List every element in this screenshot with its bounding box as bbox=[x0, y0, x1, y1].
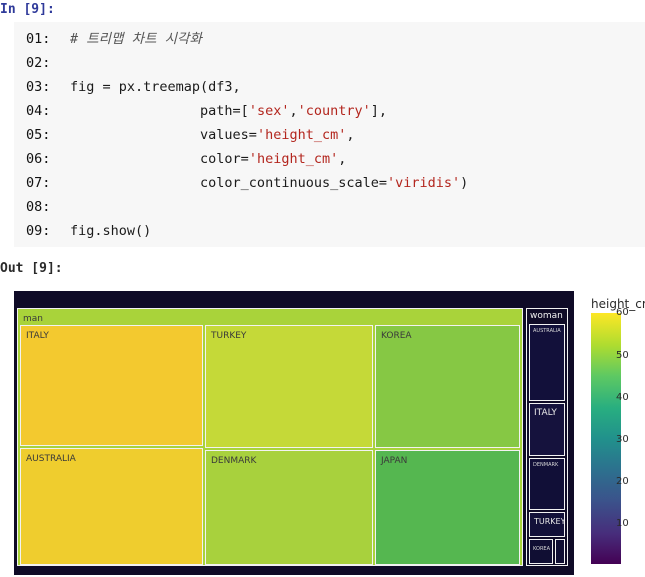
tile-man-japan[interactable]: JAPAN bbox=[375, 450, 520, 565]
code-text: , bbox=[338, 151, 347, 167]
line-number: 01: bbox=[26, 31, 51, 47]
tile-man-australia[interactable]: AUSTRALIA bbox=[20, 448, 203, 565]
colorbar-tick: 60 bbox=[616, 307, 629, 318]
line-number: 09: bbox=[26, 223, 51, 239]
group-woman-label: woman bbox=[530, 311, 563, 321]
colorbar-tick: 10 bbox=[616, 518, 629, 529]
line-number: 08: bbox=[26, 199, 51, 215]
code-text: fig.show() bbox=[70, 223, 152, 239]
line-number: 02: bbox=[26, 55, 51, 71]
colorbar-tick: 40 bbox=[616, 392, 629, 403]
tile-woman-australia[interactable]: AUSTRALIA bbox=[529, 324, 565, 401]
colorbar-tick: 50 bbox=[616, 350, 629, 361]
code-text: color= bbox=[70, 151, 249, 167]
code-line: 03: fig = px.treemap(df3, bbox=[26, 75, 241, 99]
code-line: 04: path=['sex','country'], bbox=[26, 99, 387, 123]
code-text: path=[ bbox=[70, 103, 249, 119]
line-number: 04: bbox=[26, 103, 51, 119]
tile-woman-small[interactable] bbox=[555, 539, 565, 564]
string-literal: 'viridis' bbox=[386, 175, 461, 191]
tile-woman-italy[interactable]: ITALY bbox=[529, 403, 565, 456]
string-literal: 'sex' bbox=[248, 103, 290, 119]
colorbar-tick: 30 bbox=[616, 434, 629, 445]
tile-woman-denmark[interactable]: DENMARK bbox=[529, 458, 565, 510]
code-text: ) bbox=[460, 175, 469, 191]
string-literal: 'country' bbox=[297, 103, 371, 119]
input-prompt: In [9]: bbox=[0, 2, 55, 17]
output-prompt: Out [9]: bbox=[0, 261, 63, 276]
tile-man-italy[interactable]: ITALY bbox=[20, 325, 203, 446]
code-line: 07: color_continuous_scale='viridis') bbox=[26, 171, 468, 195]
tile-woman-korea[interactable]: KOREA bbox=[529, 539, 553, 564]
code-line: 01: # 트리맵 차트 시각화 bbox=[26, 27, 202, 51]
code-text: , bbox=[289, 103, 298, 119]
tile-man-denmark[interactable]: DENMARK bbox=[205, 450, 373, 565]
line-number: 07: bbox=[26, 175, 51, 191]
code-text: ], bbox=[370, 103, 388, 119]
code-line: 05: values='height_cm', bbox=[26, 123, 354, 147]
tile-man-korea[interactable]: KOREA bbox=[375, 325, 520, 448]
code-text: values= bbox=[70, 127, 257, 143]
code-line: 06: color='height_cm', bbox=[26, 147, 346, 171]
line-number: 03: bbox=[26, 79, 51, 95]
code-text: fig = px.treemap(df3, bbox=[70, 79, 241, 95]
code-line: 09: fig.show() bbox=[26, 219, 151, 243]
code-line: 02: bbox=[26, 51, 70, 75]
tile-woman-turkey[interactable]: TURKEY bbox=[529, 512, 565, 537]
line-number: 05: bbox=[26, 127, 51, 143]
code-text: , bbox=[346, 127, 355, 143]
code-comment: # 트리맵 차트 시각화 bbox=[70, 31, 202, 47]
code-line: 08: bbox=[26, 195, 70, 219]
string-literal: 'height_cm' bbox=[256, 127, 347, 143]
tile-man-turkey[interactable]: TURKEY bbox=[205, 325, 373, 448]
line-number: 06: bbox=[26, 151, 51, 167]
string-literal: 'height_cm' bbox=[248, 151, 339, 167]
code-text: color_continuous_scale= bbox=[70, 175, 387, 191]
colorbar-tick: 20 bbox=[616, 476, 629, 487]
group-man-label: man bbox=[23, 314, 43, 324]
